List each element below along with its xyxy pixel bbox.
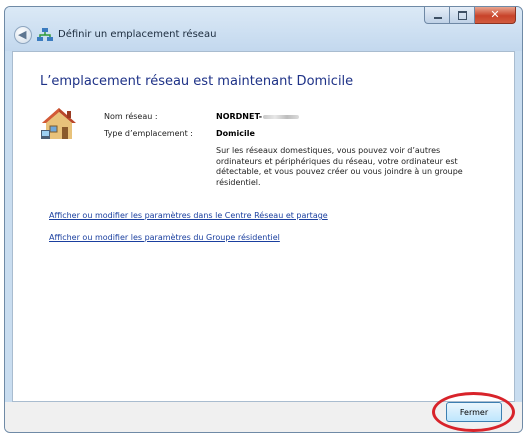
title-bar[interactable]: ◀ Définir un emplacement réseau ✕ [5,7,522,51]
network-name-text: NORDNET- [216,112,263,121]
page-title: L’emplacement réseau est maintenant Domi… [40,74,354,89]
back-arrow-icon: ◀ [18,28,27,41]
homegroup-settings-link[interactable]: Afficher ou modifier les paramètres du G… [49,233,280,242]
home-network-icon [41,108,76,139]
close-icon: ✕ [490,8,500,21]
window-controls: ✕ [424,7,516,24]
network-icon [37,28,53,41]
window-close-button[interactable]: ✕ [475,7,516,24]
content-panel: L’emplacement réseau est maintenant Domi… [12,51,515,402]
location-type-label: Type d’emplacement : [104,129,193,138]
minimize-button[interactable] [424,7,450,24]
location-description: Sur les réseaux domestiques, vous pouvez… [216,146,463,187]
location-type-value: Domicile [216,129,255,138]
back-button[interactable]: ◀ [14,26,32,44]
dialog-window: ◀ Définir un emplacement réseau ✕ L’empl… [4,6,523,433]
button-bar [5,402,522,432]
window-title: Définir un emplacement réseau [58,29,217,40]
redacted-name [263,114,300,119]
network-sharing-center-link[interactable]: Afficher ou modifier les paramètres dans… [49,211,328,220]
maximize-icon [458,11,467,20]
close-button[interactable]: Fermer [446,402,502,422]
network-name-label: Nom réseau : [104,112,158,121]
network-name-value: NORDNET- [216,112,300,121]
minimize-icon [434,17,442,19]
maximize-button[interactable] [450,7,475,24]
